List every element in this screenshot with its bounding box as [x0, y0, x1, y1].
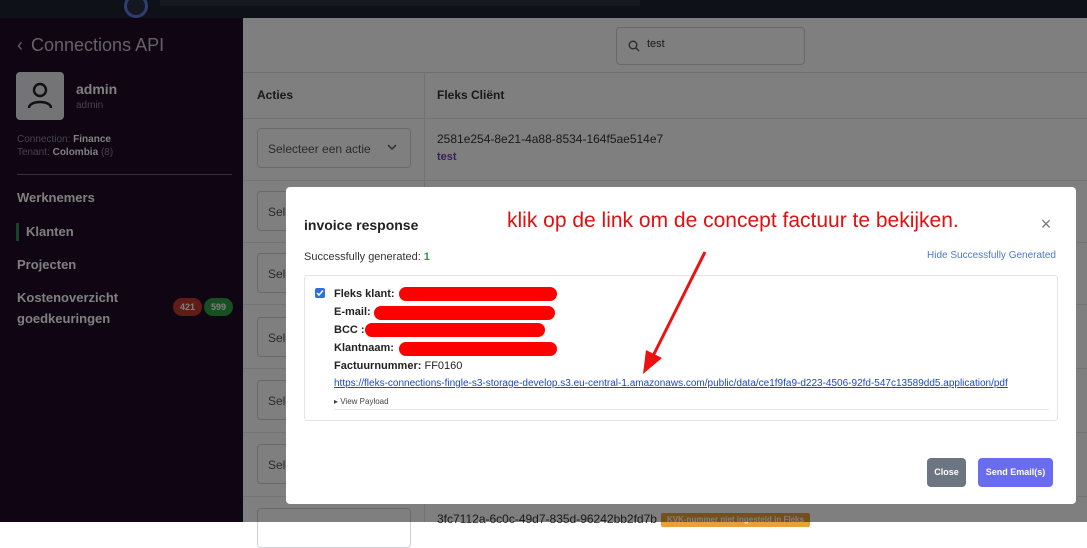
- annotation-arrow-icon: [643, 251, 707, 374]
